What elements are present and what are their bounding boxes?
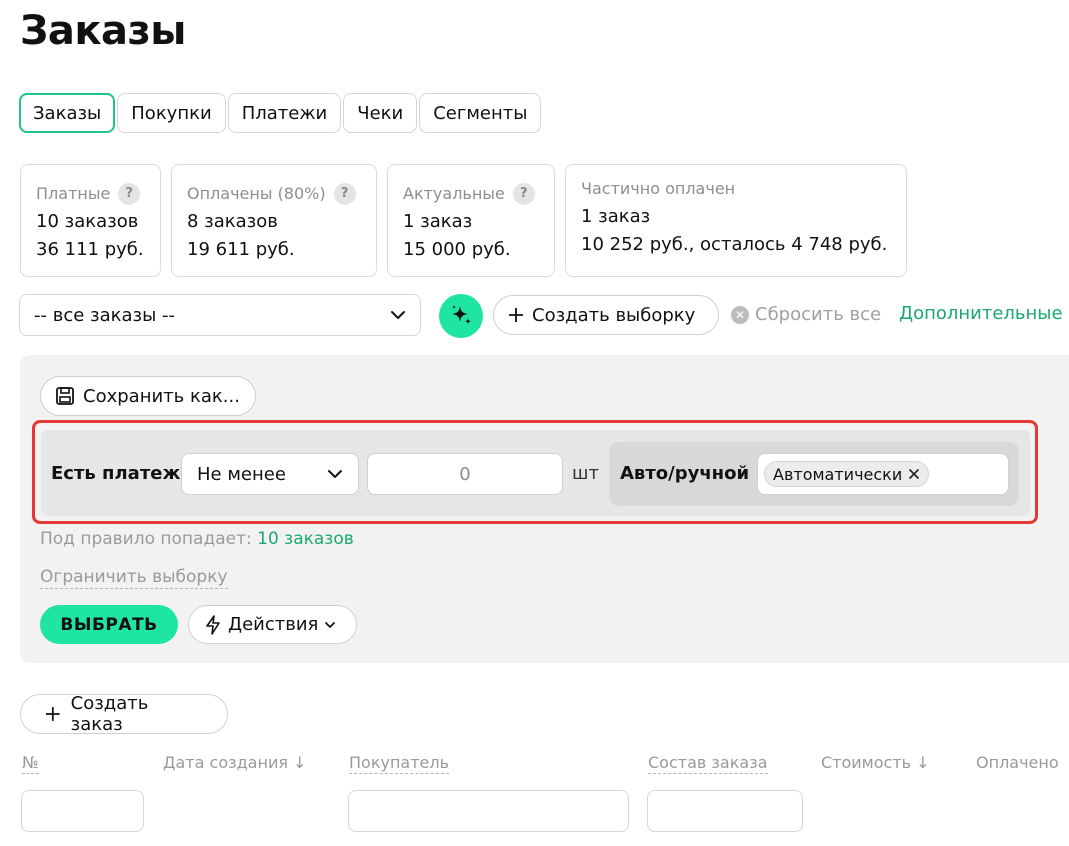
stat-label: Актуальные	[403, 184, 505, 203]
actions-dropdown-button[interactable]: Действия	[188, 605, 357, 644]
more-filters-link[interactable]: Дополнительные	[899, 303, 1063, 324]
stat-amount: 10 252 руб., осталось 4 748 руб.	[581, 234, 888, 255]
stat-amount: 36 111 руб.	[36, 239, 144, 260]
tab-bar: Заказы Покупки Платежи Чеки Сегменты	[19, 93, 542, 133]
stat-label: Платные	[36, 184, 111, 203]
stat-card-paid[interactable]: Платные? 10 заказов 36 111 руб.	[20, 164, 161, 277]
help-icon[interactable]: ?	[512, 183, 535, 205]
column-header-order-contents[interactable]: Состав заказа	[648, 753, 768, 774]
plus-icon	[45, 707, 60, 721]
stat-label: Оплачены (80%)	[187, 184, 326, 203]
stat-count: 1 заказ	[581, 206, 651, 227]
filter-input-number[interactable]	[21, 790, 144, 832]
rule-match-prefix: Под правило попадает:	[40, 529, 252, 549]
column-header-paid[interactable]: Оплачено	[976, 753, 1059, 772]
unit-label: шт	[572, 463, 599, 484]
tab-segments[interactable]: Сегменты	[419, 93, 542, 133]
column-header-created-date[interactable]: Дата создания ↓	[163, 753, 306, 772]
rule-match-count-link[interactable]: 10 заказов	[257, 529, 354, 549]
operator-select[interactable]: Не менее	[181, 453, 359, 495]
close-icon[interactable]	[908, 468, 920, 480]
save-as-label: Сохранить как...	[83, 385, 240, 407]
chevron-down-icon	[325, 621, 336, 628]
close-circle-icon: ✕	[731, 305, 749, 324]
stat-count: 1 заказ	[403, 211, 473, 232]
create-order-label: Создать заказ	[70, 693, 149, 735]
stat-amount: 15 000 руб.	[403, 239, 511, 260]
create-selection-button[interactable]: Создать выборку	[493, 295, 719, 335]
sparkle-icon	[452, 305, 472, 325]
tab-purchases[interactable]: Покупки	[117, 93, 226, 133]
limit-selection-link[interactable]: Ограничить выборку	[40, 566, 228, 589]
auto-manual-multiselect[interactable]: Автоматически	[757, 453, 1009, 495]
reset-all-label: Сбросить все	[755, 304, 882, 325]
column-header-buyer[interactable]: Покупатель	[349, 753, 450, 774]
chip-label: Автоматически	[773, 464, 903, 484]
column-header-cost[interactable]: Стоимость ↓	[821, 753, 930, 772]
stat-card-partial[interactable]: Частично оплачен 1 заказ 10 252 руб., ос…	[565, 164, 907, 277]
page-title: Заказы	[20, 8, 186, 54]
tab-payments[interactable]: Платежи	[227, 93, 342, 133]
stat-count: 8 заказов	[187, 211, 278, 232]
rule-label-auto-manual: Авто/ручной	[620, 463, 750, 484]
actions-label: Действия	[228, 614, 319, 635]
select-value: -- все заказы --	[34, 304, 176, 326]
selected-chip: Автоматически	[764, 461, 930, 487]
tab-receipts[interactable]: Чеки	[343, 93, 418, 133]
chevron-down-icon	[328, 470, 342, 478]
lightning-icon	[206, 614, 220, 635]
help-icon[interactable]: ?	[118, 183, 141, 205]
save-as-button[interactable]: Сохранить как...	[40, 376, 256, 416]
floppy-disk-icon	[56, 387, 74, 405]
stat-count: 10 заказов	[36, 211, 139, 232]
create-order-button[interactable]: Создать заказ	[20, 693, 228, 735]
plus-icon	[509, 308, 523, 322]
stat-card-paid-percent[interactable]: Оплачены (80%)? 8 заказов 19 611 руб.	[171, 164, 377, 277]
filter-input-buyer[interactable]	[348, 790, 629, 832]
operator-value: Не менее	[197, 463, 286, 485]
filter-input-order-contents[interactable]	[647, 790, 803, 832]
orders-filter-select[interactable]: -- все заказы --	[19, 294, 421, 336]
sparkle-button[interactable]	[439, 294, 483, 338]
payment-count-input[interactable]: 0	[367, 453, 563, 495]
help-icon[interactable]: ?	[333, 183, 356, 205]
rule-label-payment: Есть платеж	[51, 463, 181, 484]
chevron-down-icon	[391, 311, 405, 319]
column-header-number[interactable]: №	[22, 753, 39, 774]
stat-amount: 19 611 руб.	[187, 239, 295, 260]
choose-button[interactable]: ВЫБРАТЬ	[40, 605, 178, 644]
rule-match-info: Под правило попадает: 10 заказов	[40, 529, 354, 549]
stat-card-actual[interactable]: Актуальные? 1 заказ 15 000 руб.	[387, 164, 555, 277]
stat-label: Частично оплачен	[581, 179, 736, 198]
reset-all-button[interactable]: ✕ Сбросить все	[731, 304, 881, 325]
create-selection-label: Создать выборку	[532, 304, 696, 326]
tab-orders[interactable]: Заказы	[19, 93, 116, 133]
